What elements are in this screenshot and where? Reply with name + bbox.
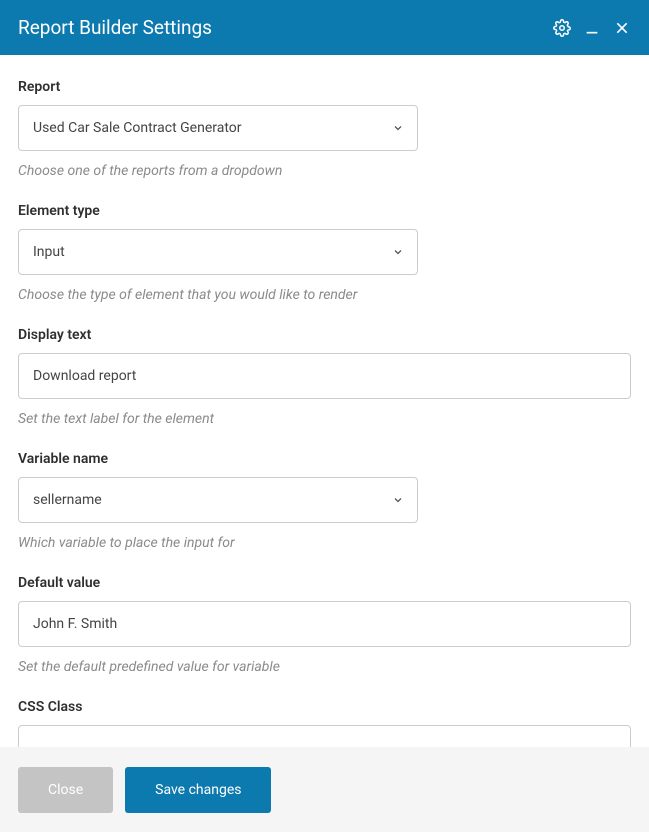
field-default-value: Default value Set the default predefined… — [18, 575, 631, 675]
field-display-text: Display text Set the text label for the … — [18, 327, 631, 427]
field-report: Report Used Car Sale Contract Generator … — [18, 79, 418, 179]
close-button[interactable]: Close — [18, 767, 113, 813]
display-text-input[interactable] — [18, 353, 631, 399]
dialog-footer: Close Save changes — [0, 747, 649, 832]
report-label: Report — [18, 79, 418, 95]
default-value-input[interactable] — [18, 601, 631, 647]
element-type-label: Element type — [18, 203, 418, 219]
header-actions — [553, 19, 631, 37]
field-variable-name: Variable name sellername Which variable … — [18, 451, 418, 551]
variable-name-select-wrapper: sellername — [18, 477, 418, 523]
default-value-help: Set the default predefined value for var… — [18, 659, 631, 675]
dialog-title: Report Builder Settings — [18, 16, 212, 39]
element-type-select-wrapper: Input — [18, 229, 418, 275]
gear-icon[interactable] — [553, 19, 571, 37]
variable-name-select[interactable]: sellername — [18, 477, 418, 523]
field-element-type: Element type Input Choose the type of el… — [18, 203, 418, 303]
css-class-label: CSS Class — [18, 699, 631, 715]
field-css-class: CSS Class Define a CSS class if you want — [18, 699, 631, 747]
dialog-header: Report Builder Settings — [0, 0, 649, 55]
default-value-label: Default value — [18, 575, 631, 591]
report-select-wrapper: Used Car Sale Contract Generator — [18, 105, 418, 151]
report-select[interactable]: Used Car Sale Contract Generator — [18, 105, 418, 151]
variable-name-label: Variable name — [18, 451, 418, 467]
variable-name-help: Which variable to place the input for — [18, 535, 418, 551]
dialog-content: Report Used Car Sale Contract Generator … — [0, 55, 649, 747]
minimize-icon[interactable] — [583, 19, 601, 37]
save-button[interactable]: Save changes — [125, 767, 271, 813]
element-type-select[interactable]: Input — [18, 229, 418, 275]
report-help: Choose one of the reports from a dropdow… — [18, 163, 418, 179]
element-type-help: Choose the type of element that you woul… — [18, 287, 418, 303]
display-text-label: Display text — [18, 327, 631, 343]
close-icon[interactable] — [613, 19, 631, 37]
display-text-help: Set the text label for the element — [18, 411, 631, 427]
css-class-input[interactable] — [18, 725, 631, 747]
